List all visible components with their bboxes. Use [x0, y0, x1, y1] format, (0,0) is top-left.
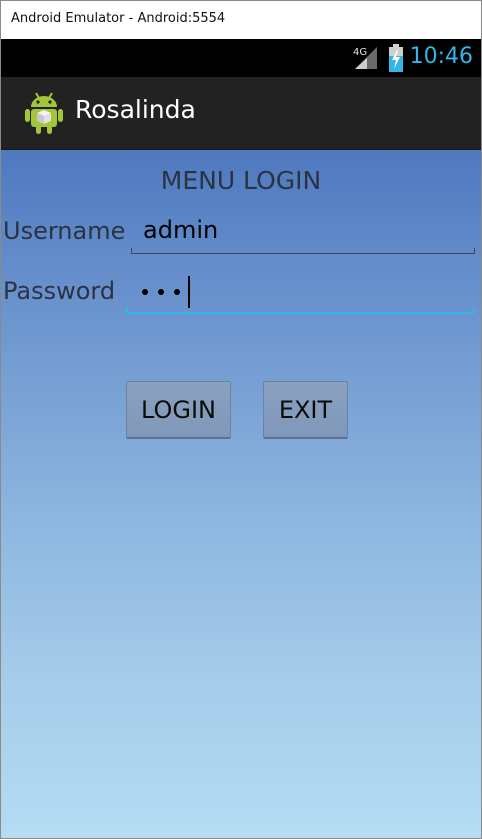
- password-mask-dot: [174, 289, 180, 295]
- username-input[interactable]: admin: [131, 210, 475, 254]
- android-robot-icon[interactable]: [23, 91, 65, 135]
- action-bar: Rosalinda: [1, 77, 481, 151]
- battery-charging-icon: [389, 44, 403, 72]
- username-underline: [131, 248, 475, 254]
- emulator-window: Android Emulator - Android:5554 4G 10:46: [0, 0, 482, 839]
- text-cursor: [188, 276, 190, 308]
- username-value: admin: [143, 216, 219, 244]
- window-titlebar: Android Emulator - Android:5554: [1, 1, 481, 39]
- username-label: Username: [3, 217, 126, 245]
- password-label: Password: [3, 277, 116, 305]
- login-heading: MENU LOGIN: [160, 166, 322, 195]
- password-input[interactable]: [126, 270, 475, 314]
- login-screen: MENU LOGIN Username admin Password LOGIN…: [1, 150, 481, 838]
- app-title: Rosalinda: [75, 95, 196, 124]
- android-status-bar: 4G 10:46: [1, 39, 481, 77]
- login-button[interactable]: LOGIN: [126, 381, 231, 439]
- window-title: Android Emulator - Android:5554: [11, 11, 226, 26]
- password-mask: [142, 276, 190, 308]
- password-underline-focused: [126, 307, 475, 314]
- password-mask-dot: [158, 289, 164, 295]
- signal-strength-icon: 4G: [353, 47, 377, 69]
- password-mask-dot: [142, 289, 148, 295]
- network-type-label: 4G: [353, 47, 367, 58]
- status-clock: 10:46: [409, 44, 473, 69]
- exit-button[interactable]: EXIT: [263, 381, 348, 439]
